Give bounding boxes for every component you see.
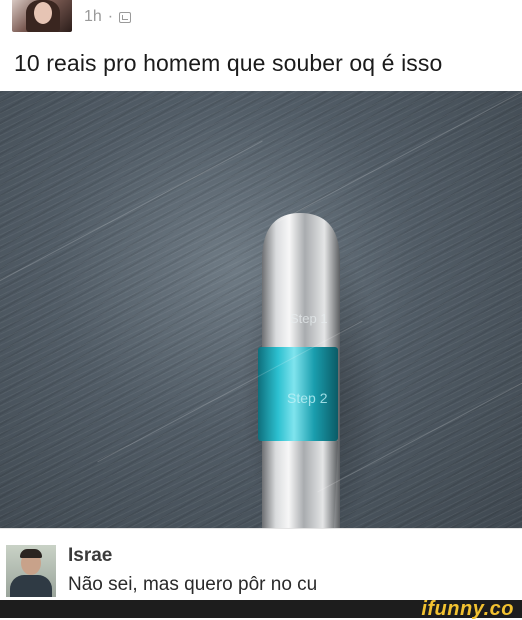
- post-time: 1h: [84, 8, 102, 25]
- product-illustration: Step 1 Step 2: [242, 213, 382, 528]
- commenter-name[interactable]: Israe: [68, 545, 112, 567]
- post-header: 1h ·: [0, 0, 522, 34]
- post-caption: 10 reais pro homem que souber oq é isso: [14, 50, 443, 76]
- ifunny-watermark: ifunny.co: [421, 598, 514, 620]
- post-photo[interactable]: Step 1 Step 2: [0, 91, 522, 528]
- step1-label: Step 1: [290, 311, 328, 326]
- meta-separator: ·: [107, 8, 114, 25]
- post-meta: 1h ·: [84, 8, 132, 26]
- step2-label: Step 2: [287, 390, 328, 406]
- name-redaction: [117, 541, 191, 570]
- commenter-avatar[interactable]: [6, 545, 56, 597]
- comment-text: Não sei, mas quero pôr no cu: [68, 574, 318, 595]
- poster-avatar[interactable]: [12, 0, 72, 32]
- audience-icon[interactable]: [119, 11, 132, 23]
